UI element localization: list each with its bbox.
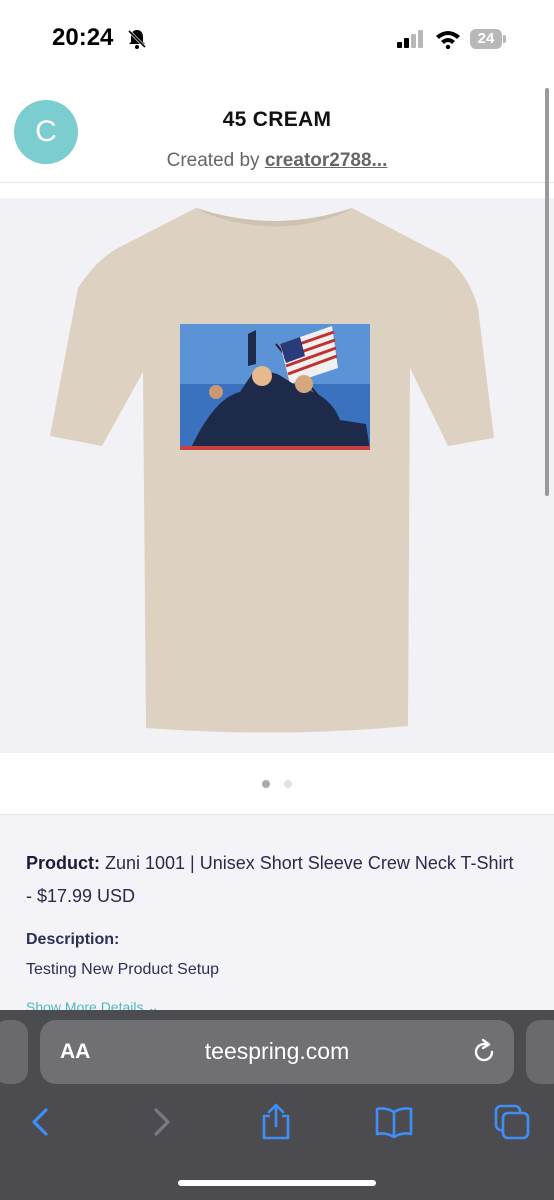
tshirt-image [50,208,494,733]
scrollbar[interactable] [545,88,549,496]
url-text[interactable]: teespring.com [40,1038,514,1065]
created-by-line: Created by creator2788... [0,150,554,172]
description-text: Testing New Product Setup [26,961,219,978]
browser-bottom-bar: AA teespring.com [0,1010,554,1200]
status-time: 20:24 [52,24,114,51]
carousel-dot-2[interactable] [284,780,292,788]
wifi-icon [436,31,460,49]
status-bar: 20:24 24 [0,0,554,80]
product-value: Zuni 1001 | Unisex Short Sleeve Crew Nec… [26,853,514,906]
page-title: 45 CREAM [222,108,332,131]
product-image-carousel[interactable] [0,198,554,753]
product-label: Product: [26,853,100,873]
previous-tab-preview[interactable] [0,1020,28,1084]
home-indicator[interactable] [178,1180,376,1186]
battery-cap [503,35,506,43]
creator-link[interactable]: creator2788... [265,150,388,171]
tabs-icon[interactable] [492,1102,532,1142]
bookmarks-icon[interactable] [374,1102,414,1142]
reload-icon[interactable] [470,1038,498,1066]
share-icon[interactable] [256,1102,296,1142]
forward-icon[interactable] [140,1102,180,1142]
back-icon[interactable] [22,1102,62,1142]
created-by-label: Created by [166,150,265,171]
cellular-signal-icon [397,30,423,48]
address-bar[interactable]: AA teespring.com [40,1020,514,1084]
next-tab-preview[interactable] [526,1020,554,1084]
description-label: Description: [26,931,120,948]
product-details: Product: Zuni 1001 | Unisex Short Sleeve… [0,814,554,1015]
battery-level: 24 [477,30,495,47]
product-info: Product: Zuni 1001 | Unisex Short Sleeve… [26,847,516,913]
bell-slash-icon [127,29,147,49]
battery-icon: 24 [470,29,502,49]
product-header: C 45 CREAM Created by creator2788... [0,80,554,183]
carousel-dot-1[interactable] [262,780,270,788]
carousel-dots [0,753,554,813]
